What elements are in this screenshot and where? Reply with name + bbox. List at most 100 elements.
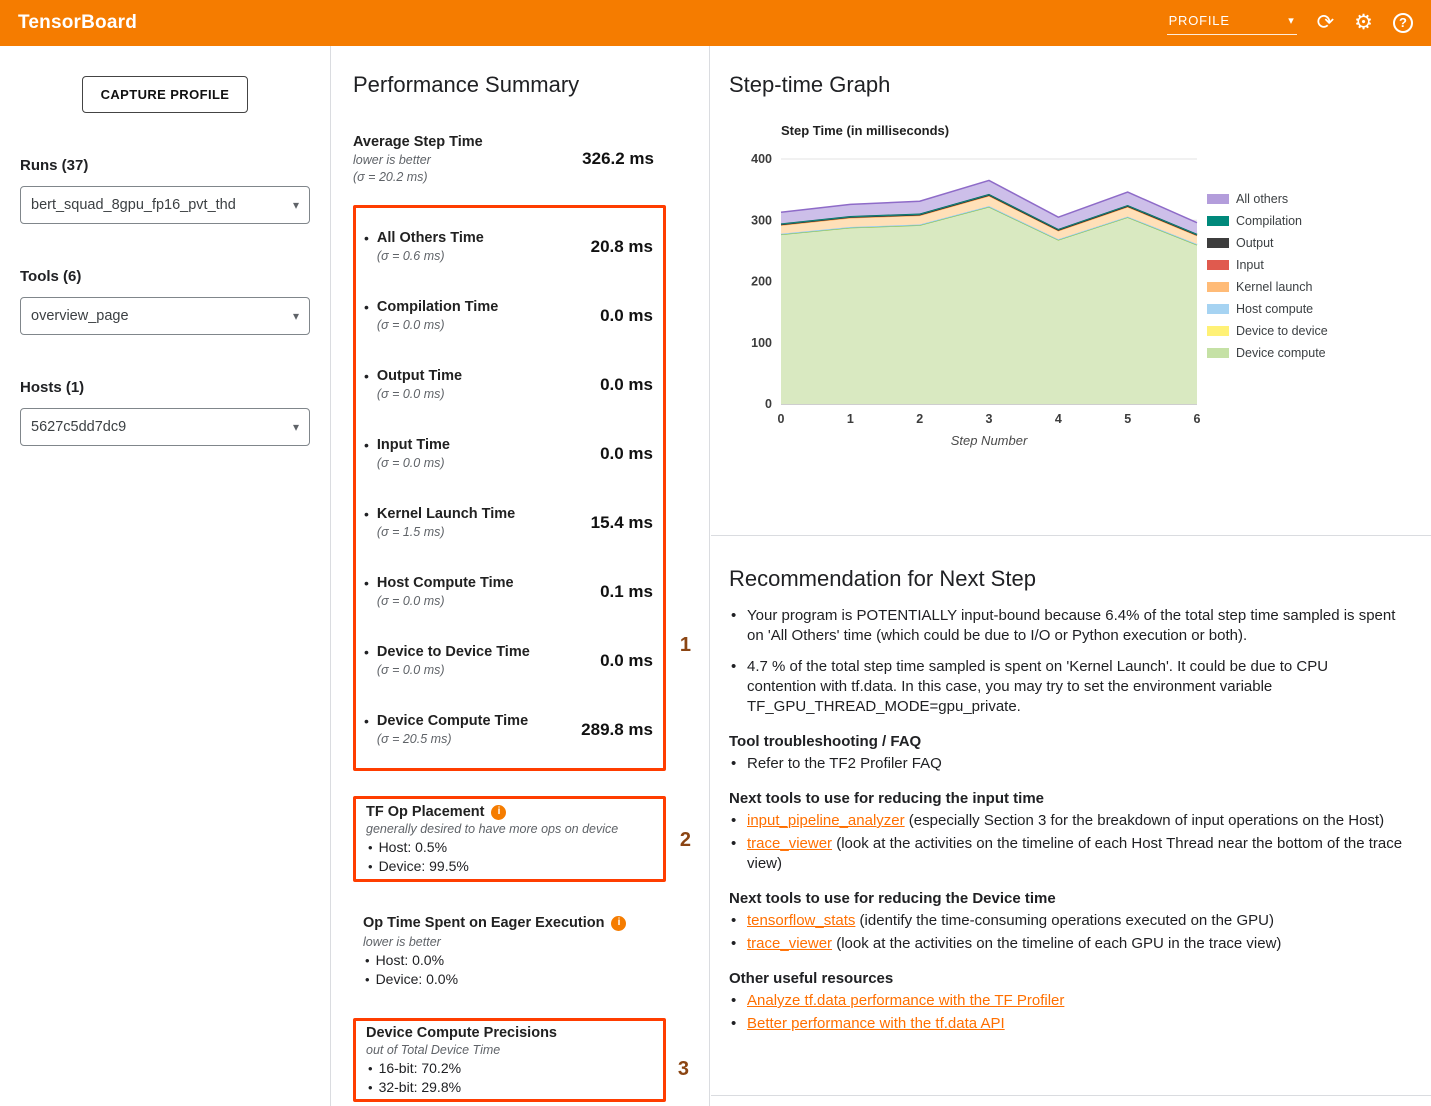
legend-item: Compilation	[1207, 214, 1328, 228]
legend-item: Device to device	[1207, 324, 1328, 338]
bullet-icon	[364, 712, 369, 730]
dashboard-select[interactable]: PROFILE ▾	[1167, 11, 1297, 35]
hosts-select-value: 5627c5dd7dc9	[31, 419, 126, 435]
annotation-box-2: TF Op Placement i generally desired to h…	[353, 796, 666, 882]
rec-group-heading: Other useful resources	[729, 970, 1409, 987]
chevron-down-icon: ▾	[293, 198, 299, 212]
resource-link[interactable]: Analyze tf.data performance with the TF …	[747, 992, 1064, 1009]
list-item-text: (especially Section 3 for the breakdown …	[905, 812, 1384, 829]
dashboard-select-value: PROFILE	[1169, 13, 1230, 28]
step-time-chart[interactable]: Step Time (in milliseconds) Step Number …	[731, 119, 1231, 454]
list-item-text: Host: 0.0%	[376, 952, 444, 969]
list-item: Host: 0.0%	[363, 952, 666, 969]
svg-text:1: 1	[847, 412, 854, 426]
reload-icon[interactable]: ⟳	[1317, 12, 1335, 34]
svg-text:300: 300	[751, 213, 772, 227]
metric-value: 326.2 ms	[582, 149, 654, 169]
metric-value: 15.4 ms	[591, 513, 653, 533]
tool-link[interactable]: trace_viewer	[747, 935, 832, 952]
svg-text:2: 2	[916, 412, 923, 426]
annotation-box-1: All Others Time (σ = 0.6 ms) 20.8 ms Com…	[353, 205, 666, 771]
rec-group-heading: Next tools to use for reducing the Devic…	[729, 890, 1409, 907]
annotation-number-1: 1	[680, 634, 691, 657]
metric-average-step-time: Average Step Time lower is better (σ = 2…	[353, 133, 667, 185]
metric-sigma: (σ = 0.0 ms)	[377, 593, 514, 609]
recommendation-bullet: 4.7 % of the total step time sampled is …	[729, 657, 1401, 717]
metric-sigma: (σ = 1.5 ms)	[377, 524, 515, 540]
info-icon[interactable]: i	[491, 805, 506, 820]
svg-text:4: 4	[1055, 412, 1062, 426]
tools-select-value: overview_page	[31, 308, 129, 324]
tools-select[interactable]: overview_page ▾	[20, 297, 310, 335]
legend-item: Host compute	[1207, 302, 1328, 316]
recommendation-title: Recommendation for Next Step	[729, 566, 1409, 592]
list-item-text: 32-bit: 29.8%	[379, 1079, 462, 1096]
list-item-text: 16-bit: 70.2%	[379, 1060, 462, 1077]
bullet-icon	[364, 436, 369, 454]
legend-swatch	[1207, 238, 1229, 248]
metric-label: All Others Time	[377, 229, 484, 247]
metric-row: Compilation Time (σ = 0.0 ms) 0.0 ms	[364, 281, 653, 350]
device-compute-precisions-title: Device Compute Precisions	[366, 1024, 653, 1042]
info-icon[interactable]: i	[611, 916, 626, 931]
legend-label: Output	[1236, 236, 1274, 250]
list-item-text: (look at the activities on the timeline …	[747, 835, 1402, 872]
annotation-box-3: Device Compute Precisions out of Total D…	[353, 1018, 666, 1102]
list-item: Refer to the TF2 Profiler FAQ	[729, 754, 1409, 774]
list-item: Device: 0.0%	[363, 971, 666, 988]
chevron-down-icon: ▾	[293, 309, 299, 323]
metric-row: Input Time (σ = 0.0 ms) 0.0 ms	[364, 419, 653, 488]
rec-group-resources: Other useful resources Analyze tf.data p…	[729, 970, 1409, 1034]
tf-op-placement-title: TF Op Placement i	[366, 803, 653, 821]
step-time-graph-title: Step-time Graph	[729, 72, 1431, 98]
right-panel: Step-time Graph Step Time (in millisecon…	[711, 46, 1431, 1106]
section-note: out of Total Device Time	[366, 1042, 653, 1058]
capture-profile-button[interactable]: CAPTURE PROFILE	[82, 76, 249, 113]
metric-label: Input Time	[377, 436, 450, 454]
bullet-icon	[364, 298, 369, 316]
app-title: TensorBoard	[18, 12, 137, 34]
bullet-icon	[364, 367, 369, 385]
list-item: Device: 99.5%	[366, 858, 653, 875]
svg-text:5: 5	[1124, 412, 1131, 426]
legend-item: All others	[1207, 192, 1328, 206]
metric-sigma: (σ = 0.0 ms)	[377, 386, 462, 402]
metric-label: Kernel Launch Time	[377, 505, 515, 523]
legend-item: Input	[1207, 258, 1328, 272]
help-icon[interactable]: ?	[1393, 13, 1413, 33]
runs-select[interactable]: bert_squad_8gpu_fp16_pvt_thd ▾	[20, 186, 310, 224]
legend-swatch	[1207, 194, 1229, 204]
performance-summary-title: Performance Summary	[353, 72, 709, 98]
hosts-select[interactable]: 5627c5dd7dc9 ▾	[20, 408, 310, 446]
sidebar: CAPTURE PROFILE Runs (37) bert_squad_8gp…	[0, 46, 331, 1106]
legend-swatch	[1207, 304, 1229, 314]
section-title-text: Op Time Spent on Eager Execution	[363, 914, 604, 932]
metric-label: Host Compute Time	[377, 574, 514, 592]
list-item: trace_viewer (look at the activities on …	[729, 834, 1409, 874]
svg-text:6: 6	[1194, 412, 1201, 426]
legend-swatch	[1207, 216, 1229, 226]
list-item: trace_viewer (look at the activities on …	[729, 934, 1409, 954]
list-item-text: Device: 99.5%	[379, 858, 469, 875]
metric-sigma: (σ = 20.2 ms)	[353, 169, 483, 185]
metric-row: Kernel Launch Time (σ = 1.5 ms) 15.4 ms	[364, 488, 653, 557]
annotation-number-2: 2	[680, 829, 691, 852]
tool-link[interactable]: tensorflow_stats	[747, 912, 855, 929]
rec-group-faq: Tool troubleshooting / FAQ Refer to the …	[729, 733, 1409, 774]
bullet-icon	[364, 574, 369, 592]
settings-gear-icon[interactable]: ⚙	[1354, 12, 1373, 34]
svg-text:0: 0	[778, 412, 785, 426]
tool-link[interactable]: input_pipeline_analyzer	[747, 812, 905, 829]
list-item: Host: 0.5%	[366, 839, 653, 856]
runs-label: Runs (37)	[20, 157, 310, 174]
bullet-icon	[368, 858, 373, 875]
tool-link[interactable]: trace_viewer	[747, 835, 832, 852]
list-item: Analyze tf.data performance with the TF …	[729, 991, 1409, 1011]
resource-link[interactable]: Better performance with the tf.data API	[747, 1015, 1005, 1032]
svg-text:100: 100	[751, 336, 772, 350]
metric-value: 0.1 ms	[600, 582, 653, 602]
metric-sigma: (σ = 0.0 ms)	[377, 317, 498, 333]
metric-label: Average Step Time	[353, 133, 483, 151]
metric-value: 20.8 ms	[591, 237, 653, 257]
list-item-text: Device: 0.0%	[376, 971, 458, 988]
